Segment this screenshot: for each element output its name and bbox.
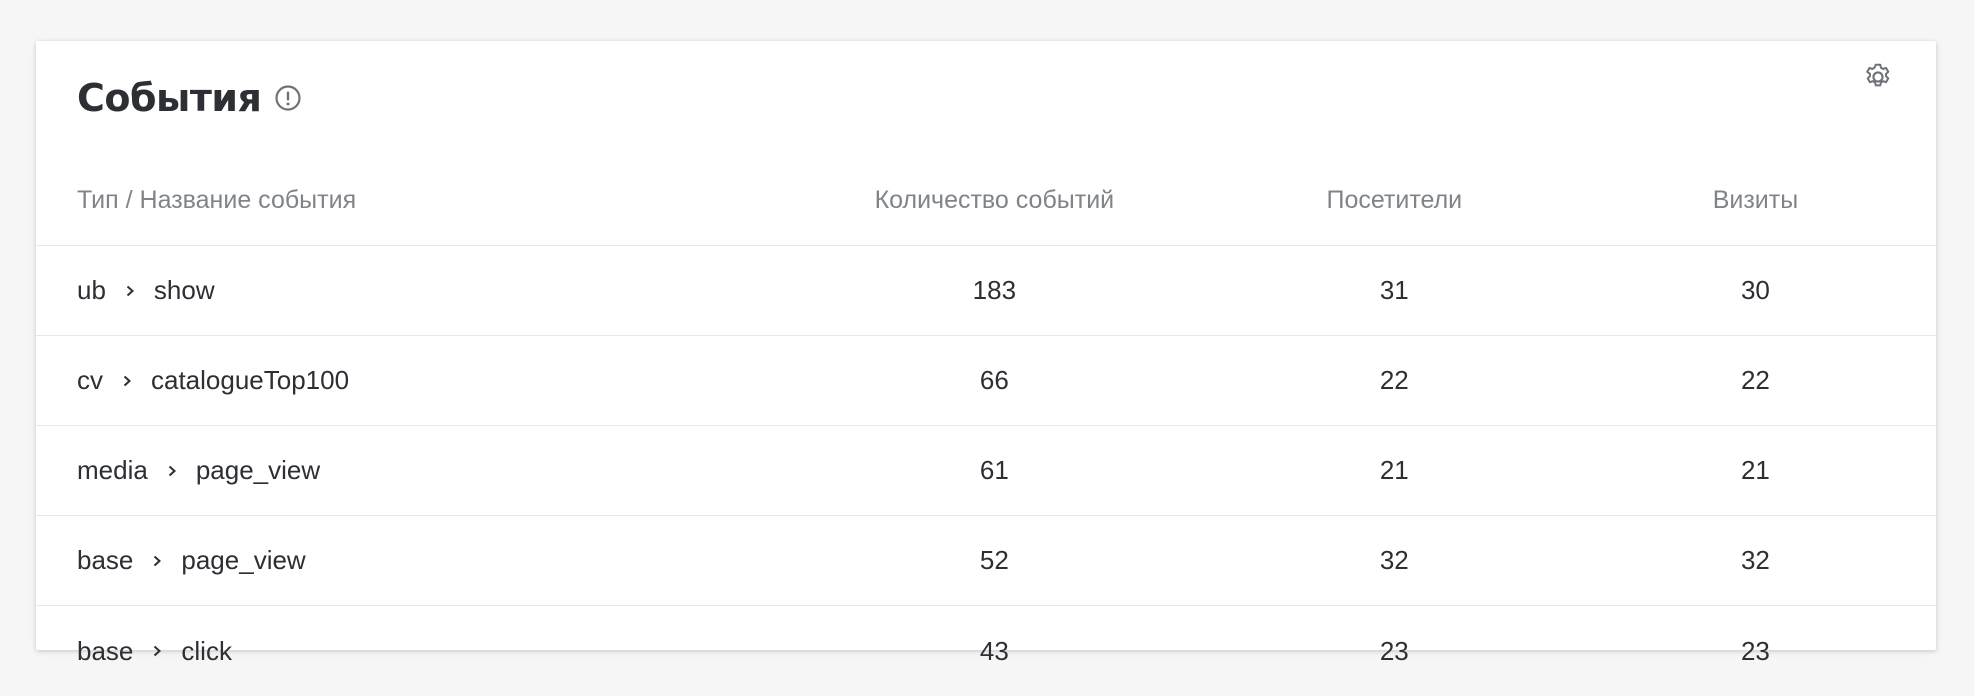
visits-count: 21: [1740, 455, 1770, 485]
event-type: media: [77, 455, 148, 485]
table-row[interactable]: base page_view 52 32 32: [36, 516, 1936, 606]
table-header: Тип / Название события Количество событи…: [36, 161, 1936, 246]
widget-header: События: [77, 63, 303, 133]
visitors-count: 22: [1379, 365, 1409, 395]
chevron-right-icon: [106, 278, 154, 304]
widget-title: События: [77, 76, 262, 120]
event-name: show: [153, 275, 215, 305]
visitors-count: 31: [1379, 275, 1409, 305]
chevron-right-icon: [103, 368, 151, 394]
visits-count: 22: [1740, 365, 1770, 395]
event-name-cell: cv catalogueTop100: [36, 365, 775, 396]
event-type: ub: [77, 275, 106, 305]
event-count: 61: [979, 455, 1009, 485]
event-name: page_view: [181, 545, 306, 575]
column-header-visits[interactable]: Визиты: [1575, 161, 1936, 213]
chevron-right-icon: [148, 458, 196, 484]
event-type: base: [77, 545, 134, 575]
event-type: cv: [77, 365, 103, 395]
event-count: 52: [979, 545, 1009, 575]
table-row[interactable]: base click 43 23 23: [36, 606, 1936, 696]
table-row[interactable]: cv catalogueTop100 66 22 22: [36, 336, 1936, 426]
exclamation-circle-icon[interactable]: [273, 83, 303, 113]
table-row[interactable]: media page_view 61 21 21: [36, 426, 1936, 516]
event-name-cell: media page_view: [36, 455, 775, 486]
visitors-count: 32: [1379, 545, 1409, 575]
event-name: page_view: [195, 455, 321, 485]
chevron-right-icon: [133, 548, 181, 574]
event-name-cell: base page_view: [36, 545, 775, 576]
event-name: click: [181, 635, 232, 666]
table-row[interactable]: ub show 183 31 30: [36, 246, 1936, 336]
event-count: 183: [972, 275, 1017, 305]
column-header-event-count[interactable]: Количество событий: [775, 161, 1214, 213]
events-widget: События Тип / Название события Количеств…: [36, 41, 1936, 666]
event-name-cell: base click: [36, 636, 775, 667]
visitors-count: 21: [1379, 455, 1409, 485]
event-name: catalogueTop100: [151, 365, 350, 395]
column-header-type-name[interactable]: Тип / Название события: [36, 161, 775, 213]
visits-count: 23: [1740, 635, 1770, 666]
event-count: 66: [979, 365, 1009, 395]
visits-count: 32: [1740, 545, 1770, 575]
events-table: Тип / Название события Количество событи…: [36, 161, 1936, 696]
event-name-cell: ub show: [36, 275, 775, 306]
gear-icon[interactable]: [1860, 59, 1896, 95]
chevron-right-icon: [133, 638, 181, 664]
event-type: base: [77, 635, 134, 666]
column-header-visitors[interactable]: Посетители: [1214, 161, 1575, 213]
visits-count: 30: [1740, 275, 1770, 305]
visitors-count: 23: [1379, 635, 1409, 666]
event-count: 43: [979, 635, 1009, 666]
